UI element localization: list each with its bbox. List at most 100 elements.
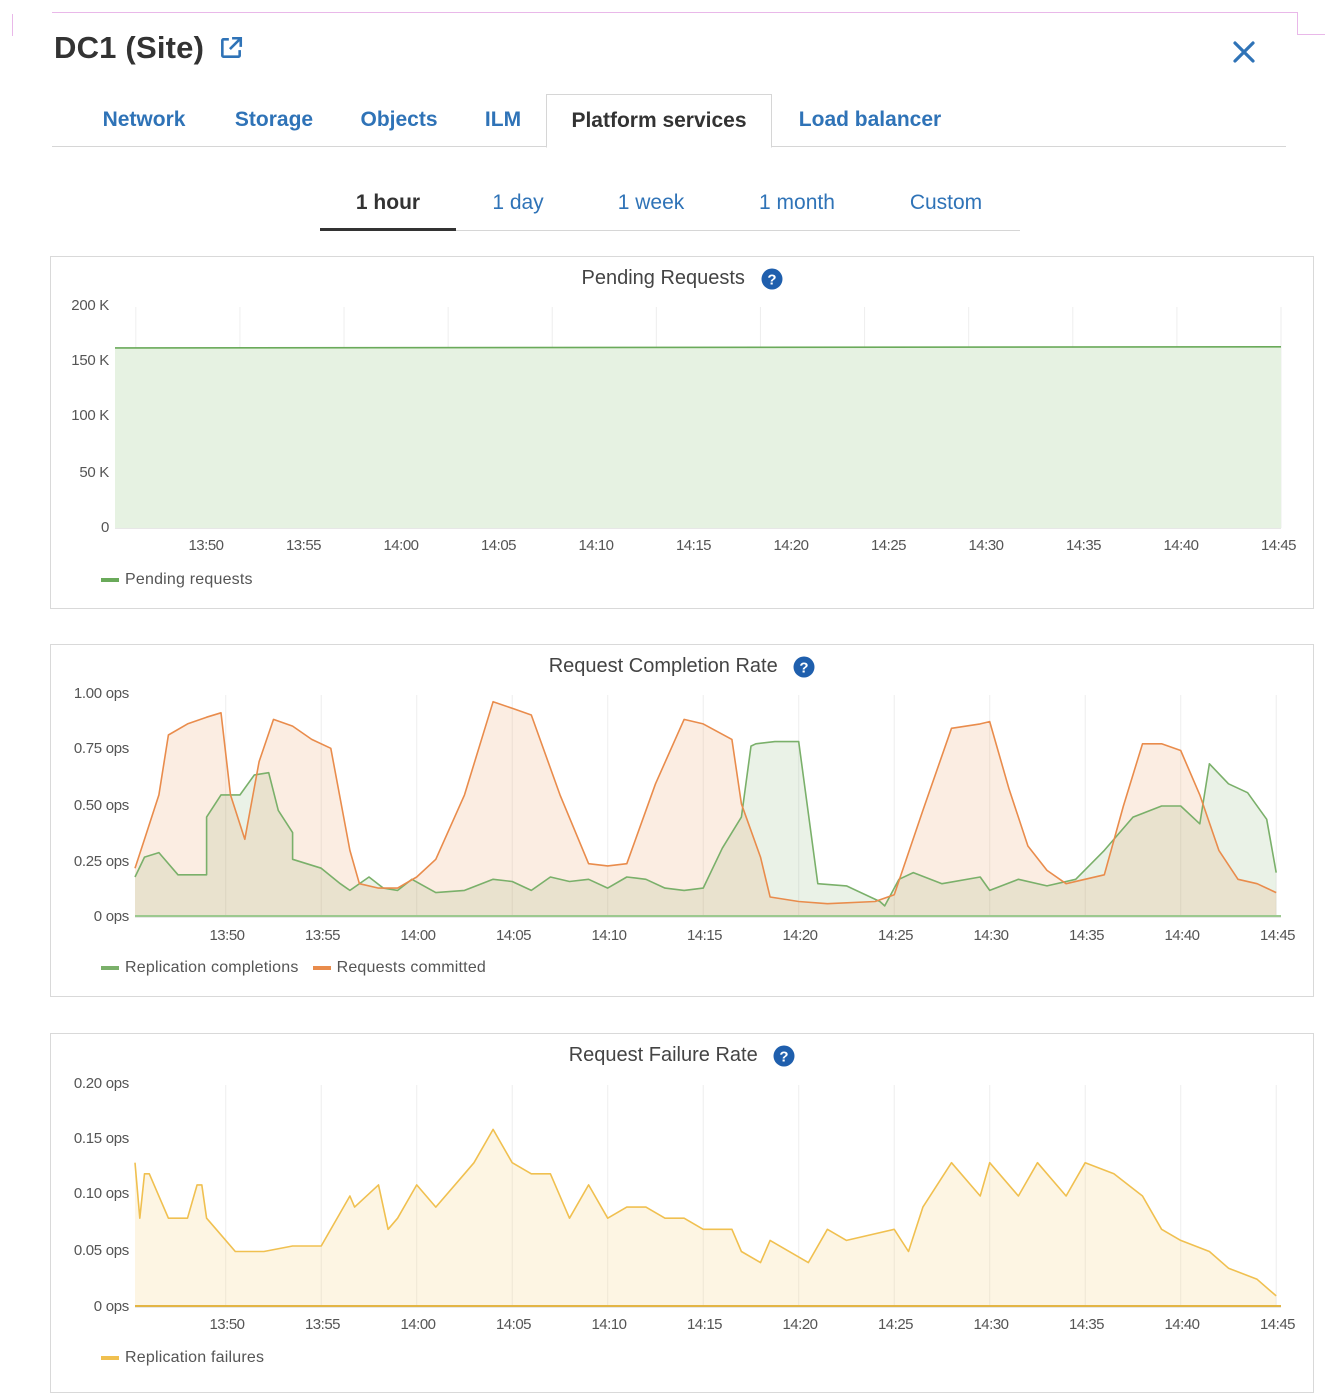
chart-legend: Replication completions Requests committ… [101, 959, 500, 977]
time-range-tabs: 1 hour 1 day 1 week 1 month Custom [320, 180, 1020, 231]
range-1-day[interactable]: 1 day [468, 180, 568, 228]
x-tick-label: 14:25 [870, 537, 907, 554]
y-tick-label: 0.25 ops [73, 853, 129, 870]
help-icon[interactable]: ? [773, 1045, 795, 1067]
legend-swatch [101, 578, 119, 582]
tab-objects[interactable]: Objects [352, 94, 446, 146]
external-link-icon[interactable] [218, 35, 244, 61]
chart-panel-request-failure-rate: Request Failure Rate ? 0.20 ops 0.15 ops… [50, 1033, 1314, 1393]
x-tick-label: 14:00 [383, 537, 419, 554]
range-1-week[interactable]: 1 week [598, 180, 704, 228]
y-tick-label: 0.50 ops [73, 797, 129, 814]
x-tick-label: 14:40 [1164, 1316, 1200, 1333]
legend-item[interactable]: Pending requests [101, 571, 253, 589]
tab-load-balancer[interactable]: Load balancer [790, 94, 950, 146]
chart-legend: Pending requests [101, 571, 267, 589]
chart-title: Request Failure Rate [568, 1044, 758, 1066]
legend-item[interactable]: Replication failures [101, 1349, 264, 1367]
x-tick-label: 14:00 [400, 1316, 436, 1333]
chart-legend: Replication failures [101, 1349, 278, 1367]
y-tick-label: 0 [100, 519, 109, 536]
tab-ilm[interactable]: ILM [477, 94, 529, 146]
x-tick-label: 14:05 [480, 537, 517, 554]
x-tick-label: 14:15 [675, 537, 712, 554]
legend-swatch [101, 1356, 119, 1360]
tab-network[interactable]: Network [92, 94, 196, 146]
close-icon[interactable] [1228, 36, 1260, 68]
y-tick-label: 50 K [79, 464, 109, 481]
frame-line [1297, 34, 1325, 35]
legend-label: Replication completions [125, 959, 299, 976]
legend-label: Pending requests [125, 571, 253, 588]
chart-title: Pending Requests [581, 267, 745, 289]
y-tick-label: 0.05 ops [73, 1242, 129, 1259]
y-tick-label: 100 K [71, 407, 109, 424]
x-tick-label: 14:35 [1068, 927, 1105, 944]
legend-item[interactable]: Requests committed [312, 959, 487, 977]
tab-storage[interactable]: Storage [227, 94, 321, 146]
x-tick-label: 14:10 [591, 1316, 627, 1333]
y-tick-label: 0.10 ops [73, 1185, 129, 1202]
x-tick-label: 14:05 [495, 1316, 532, 1333]
frame-line [52, 12, 1297, 13]
help-icon[interactable]: ? [793, 656, 815, 678]
frame-line [1297, 12, 1298, 34]
range-1-hour[interactable]: 1 hour [320, 180, 456, 231]
plot-area [134, 1085, 1281, 1308]
page-title: DC1 (Site) [54, 30, 205, 65]
y-tick-label: 200 K [71, 297, 109, 314]
x-tick-label: 13:50 [209, 927, 245, 944]
x-tick-label: 14:35 [1065, 537, 1102, 554]
x-tick-label: 14:20 [782, 927, 818, 944]
legend-item[interactable]: Replication completions [101, 959, 299, 977]
tab-platform-services[interactable]: Platform services [546, 94, 772, 148]
x-tick-label: 14:15 [686, 927, 723, 944]
x-tick-label: 13:55 [304, 1316, 341, 1333]
x-tick-label: 14:40 [1163, 537, 1199, 554]
chart-panel-request-completion-rate: Request Completion Rate ? 1.00 ops 0.75 … [50, 644, 1314, 997]
chart-title-row: Pending Requests ? [51, 267, 1313, 290]
x-tick-label: 14:30 [968, 537, 1004, 554]
range-custom[interactable]: Custom [886, 180, 1006, 228]
header: DC1 (Site) [54, 26, 244, 70]
svg-text:?: ? [767, 271, 776, 288]
x-tick-label: 13:55 [285, 537, 322, 554]
legend-swatch [101, 966, 119, 970]
frame-line [12, 14, 13, 36]
x-tick-label: 13:50 [209, 1316, 245, 1333]
x-tick-label: 14:10 [578, 537, 614, 554]
chart-panel-pending-requests: Pending Requests ? 200 K 150 K 100 K 50 … [50, 256, 1314, 609]
x-tick-label: 14:45 [1260, 537, 1297, 554]
x-tick-label: 14:25 [877, 1316, 914, 1333]
chart-title-row: Request Completion Rate ? [51, 655, 1313, 678]
x-tick-label: 14:05 [495, 927, 532, 944]
plot-area [114, 307, 1282, 529]
series-line [114, 346, 1282, 349]
x-tick-label: 14:30 [973, 927, 1009, 944]
range-1-month[interactable]: 1 month [736, 180, 858, 228]
x-tick-label: 14:20 [782, 1316, 818, 1333]
x-tick-label: 14:40 [1164, 927, 1200, 944]
x-tick-label: 13:50 [188, 537, 224, 554]
y-tick-label: 0 ops [93, 908, 130, 925]
y-tick-label: 1.00 ops [73, 685, 129, 702]
help-icon[interactable]: ? [761, 268, 783, 290]
y-tick-label: 0.15 ops [73, 1130, 129, 1147]
x-tick-label: 13:55 [304, 927, 341, 944]
x-tick-label: 14:30 [973, 1316, 1009, 1333]
legend-label: Replication failures [125, 1349, 265, 1366]
plot-area [134, 695, 1281, 918]
x-tick-label: 14:25 [877, 927, 914, 944]
y-tick-label: 150 K [71, 352, 109, 369]
y-tick-label: 0.20 ops [73, 1075, 129, 1092]
x-tick-label: 14:10 [591, 927, 627, 944]
svg-text:?: ? [780, 1048, 789, 1065]
y-tick-label: 0 ops [93, 1298, 130, 1315]
x-tick-label: 14:45 [1259, 1316, 1296, 1333]
legend-swatch [312, 966, 331, 970]
y-tick-label: 0.75 ops [73, 740, 129, 757]
x-tick-label: 14:15 [686, 1316, 723, 1333]
x-tick-label: 14:20 [773, 537, 809, 554]
legend-label: Requests committed [336, 959, 487, 976]
series-area [115, 346, 1281, 528]
